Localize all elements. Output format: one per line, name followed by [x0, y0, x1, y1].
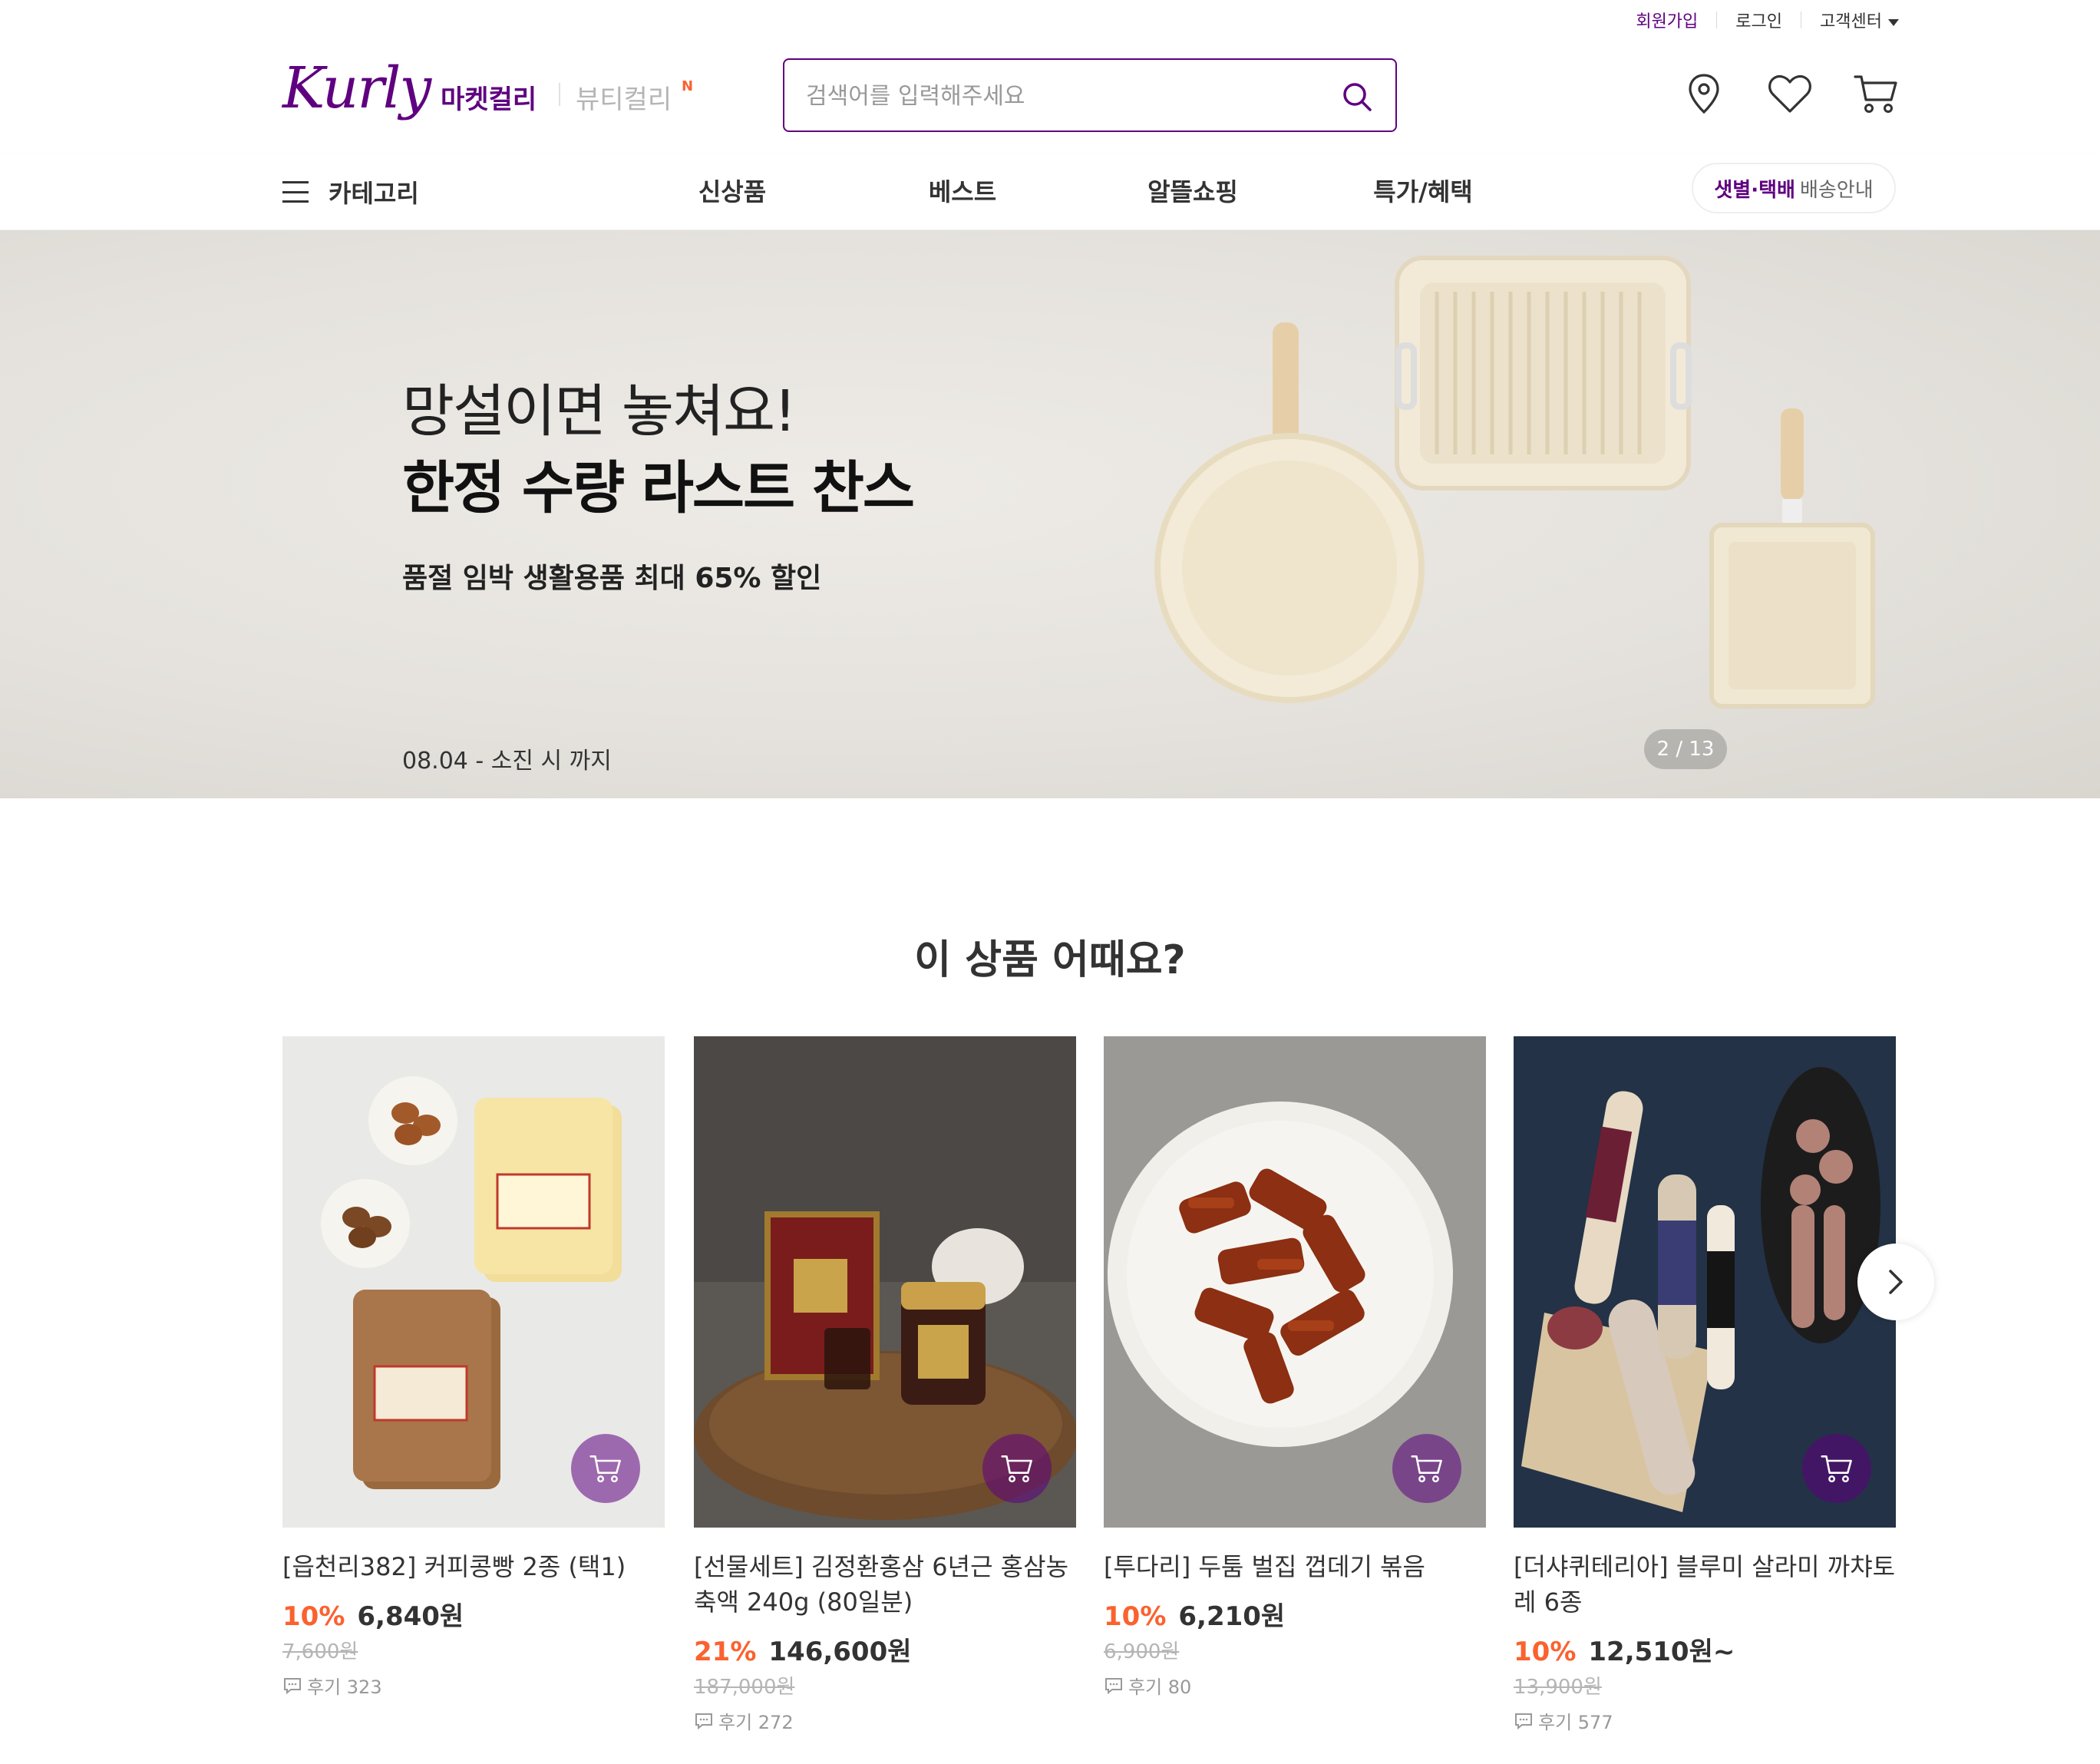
product-card[interactable]: [선물세트] 김정환홍삼 6년근 홍삼농축액 240g (80일분) 21% 1…: [694, 1036, 1076, 1734]
sale-price: 12,510원~: [1588, 1637, 1735, 1667]
sale-price: 146,600원: [768, 1637, 912, 1667]
search-icon: [1343, 83, 1372, 111]
add-to-cart-button[interactable]: [1802, 1434, 1871, 1503]
divider: [559, 83, 560, 106]
utility-bar: 회원가입 로그인 고객센터: [0, 0, 2100, 35]
add-to-cart-button[interactable]: [571, 1434, 640, 1503]
banner-title: 한정 수량 라스트 찬스: [402, 455, 915, 521]
add-to-cart-button[interactable]: [982, 1434, 1052, 1503]
delivery-location-button[interactable]: [1679, 69, 1729, 118]
cart-icon: [1854, 75, 1897, 113]
review-count: 후기 577: [1514, 1707, 1896, 1734]
review-count: 후기 272: [694, 1707, 1076, 1734]
kurly-logo[interactable]: Kurly: [282, 55, 431, 126]
product-image[interactable]: [694, 1036, 1076, 1528]
delivery-info-button[interactable]: 샛별·택배 배송안내: [1692, 163, 1896, 213]
product-image[interactable]: [1514, 1036, 1896, 1528]
banner-subtitle: 품절 임박 생활용품 최대 65% 할인: [402, 563, 822, 594]
nav-special[interactable]: 특가/혜택: [1373, 170, 1472, 213]
category-menu[interactable]: 카테고리: [282, 170, 419, 213]
review-count: 후기 323: [282, 1672, 665, 1699]
comment-icon: [1515, 1713, 1532, 1729]
nav-new-products[interactable]: 신상품: [698, 170, 766, 213]
wishlist-button[interactable]: [1765, 69, 1814, 118]
original-price: 6,900원: [1104, 1640, 1180, 1663]
discount-rate: 21%: [694, 1637, 757, 1667]
original-price: 187,000원: [694, 1676, 795, 1699]
chevron-right-icon: [1889, 1270, 1903, 1294]
sale-price: 6,210원: [1178, 1601, 1286, 1632]
product-price: 10% 12,510원~: [1514, 1630, 1896, 1668]
product-name[interactable]: [선물세트] 김정환홍삼 6년근 홍삼농축액 240g (80일분): [694, 1549, 1076, 1620]
product-name[interactable]: [투다리] 두툼 벌집 껍데기 볶음: [1104, 1549, 1486, 1584]
tab-market-kurly[interactable]: 마켓컬리: [441, 78, 537, 116]
cart-icon: [589, 1455, 621, 1482]
location-icon: [1689, 74, 1719, 114]
search-input[interactable]: [806, 75, 1312, 117]
discount-rate: 10%: [1514, 1637, 1577, 1667]
product-price: 10% 6,840원: [282, 1595, 665, 1633]
product-name[interactable]: [읍천리382] 커피콩빵 2종 (택1): [282, 1549, 665, 1584]
add-to-cart-button[interactable]: [1392, 1434, 1461, 1503]
comment-icon: [1105, 1677, 1122, 1694]
product-card[interactable]: [읍천리382] 커피콩빵 2종 (택1) 10% 6,840원 7,600원 …: [282, 1036, 665, 1699]
product-image[interactable]: [1104, 1036, 1486, 1528]
heart-icon: [1768, 74, 1811, 113]
product-card[interactable]: [투다리] 두툼 벌집 껍데기 볶음 10% 6,210원 6,900원 후기 …: [1104, 1036, 1486, 1699]
cookware-image: [1154, 256, 1875, 709]
delivery-label: 배송안내: [1799, 178, 1874, 202]
tab-beauty-kurly[interactable]: 뷰티컬리: [576, 78, 672, 116]
review-label: 후기 323: [307, 1676, 382, 1698]
login-link[interactable]: 로그인: [1735, 8, 1782, 32]
comment-icon: [695, 1713, 712, 1729]
delivery-highlight: 샛별·택배: [1714, 178, 1795, 202]
main-nav: 카테고리 신상품 베스트 알뜰쇼핑 특가/혜택 샛별·택배 배송안내: [0, 154, 2100, 230]
signup-link[interactable]: 회원가입: [1636, 8, 1698, 32]
review-count: 후기 80: [1104, 1672, 1486, 1699]
sale-price: 6,840원: [357, 1601, 464, 1632]
cart-icon: [1821, 1455, 1852, 1482]
discount-rate: 10%: [1104, 1601, 1167, 1632]
cart-icon: [1001, 1455, 1032, 1482]
divider: [1716, 12, 1718, 28]
caret-down-icon: [1888, 18, 1899, 26]
comment-icon: [284, 1677, 301, 1694]
cart-button[interactable]: [1851, 69, 1900, 118]
banner-headline: 망설이면 놓쳐요!: [402, 378, 797, 444]
logo-text: Kurly: [282, 55, 431, 121]
original-price: 13,900원: [1514, 1676, 1602, 1699]
search-button[interactable]: [1336, 75, 1379, 118]
product-price: 21% 146,600원: [694, 1630, 1076, 1668]
search-box: [783, 58, 1397, 132]
review-label: 후기 80: [1128, 1676, 1192, 1698]
customer-center-label: 고객센터: [1820, 12, 1882, 31]
section-title: 이 상품 어때요?: [914, 937, 1186, 983]
product-card[interactable]: [더샤퀴테리아] 블루미 살라미 까챠토레 6종 10% 12,510원~ 13…: [1514, 1036, 1896, 1734]
utility-links: 회원가입 로그인 고객센터: [1636, 8, 1899, 32]
cart-icon: [1411, 1455, 1442, 1482]
new-badge: N: [682, 78, 694, 94]
nav-bargain[interactable]: 알뜰쇼핑: [1147, 170, 1238, 213]
hamburger-icon: [282, 181, 309, 203]
category-label: 카테고리: [329, 179, 419, 208]
main-banner[interactable]: 망설이면 놓쳐요! 한정 수량 라스트 찬스 품절 임박 생활용품 최대 65%…: [0, 230, 2100, 798]
banner-date: 08.04 - 소진 시 까지: [402, 748, 612, 775]
review-label: 후기 577: [1538, 1712, 1613, 1733]
carousel-next-button[interactable]: [1857, 1244, 1934, 1320]
product-name[interactable]: [더샤퀴테리아] 블루미 살라미 까챠토레 6종: [1514, 1549, 1896, 1620]
review-label: 후기 272: [718, 1712, 794, 1733]
original-price: 7,600원: [282, 1640, 358, 1663]
customer-center-link[interactable]: 고객센터: [1820, 8, 1899, 32]
product-price: 10% 6,210원: [1104, 1595, 1486, 1633]
product-image[interactable]: [282, 1036, 665, 1528]
discount-rate: 10%: [282, 1601, 345, 1632]
nav-best[interactable]: 베스트: [929, 170, 996, 213]
